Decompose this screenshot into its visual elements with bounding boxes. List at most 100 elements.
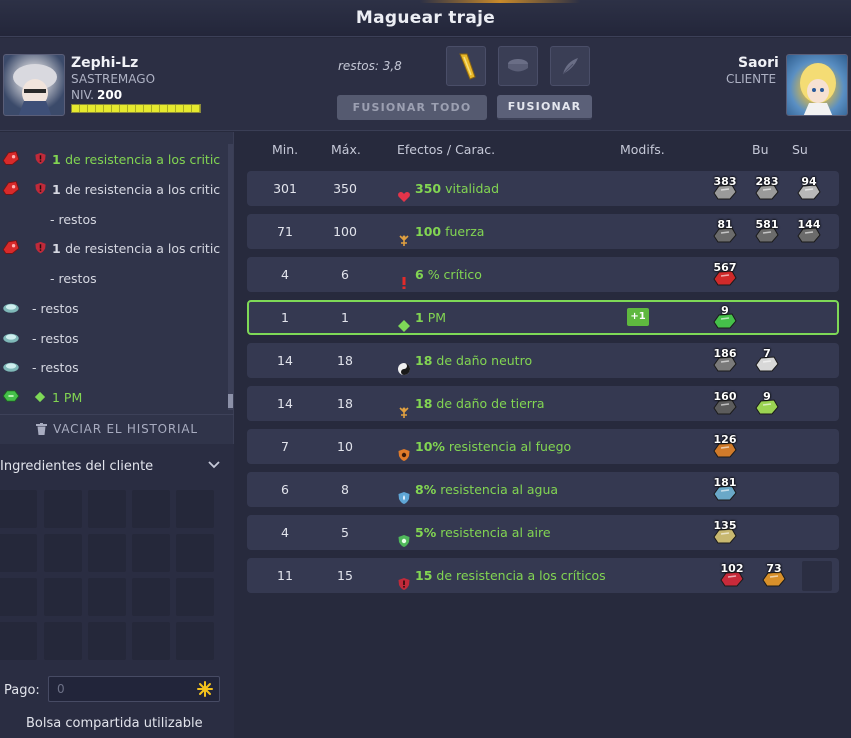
rune-stack[interactable]: 283 bbox=[752, 175, 782, 203]
effect-row[interactable]: 14 18 18 de daño neutro 186 7 bbox=[247, 343, 839, 378]
rune-stack[interactable]: 383 bbox=[710, 175, 740, 203]
fuse-all-button[interactable]: FUSIONAR TODO bbox=[337, 95, 487, 120]
effect-row[interactable]: 301 350 350 vitalidad 383 283 94 bbox=[247, 171, 839, 206]
effect-max: 350 bbox=[333, 181, 357, 196]
rune-stack[interactable]: 102 bbox=[717, 562, 747, 590]
payment-input[interactable]: 0 bbox=[48, 676, 220, 702]
effect-row[interactable]: 6 8 8% resistencia al agua 181 bbox=[247, 472, 839, 507]
clear-history-button[interactable]: VACIAR EL HISTORIAL bbox=[0, 414, 234, 442]
effect-min: 1 bbox=[281, 310, 289, 325]
rune-count: 581 bbox=[755, 218, 779, 231]
red-rune-icon bbox=[2, 151, 20, 165]
history-item-label: de resistencia a los critic bbox=[65, 241, 221, 256]
client-name: Saori bbox=[738, 55, 779, 71]
effect-value: 5% bbox=[415, 525, 437, 540]
ingredient-slot[interactable] bbox=[176, 490, 214, 528]
ingredient-slot[interactable] bbox=[132, 490, 170, 528]
history-list[interactable]: 1 de resistencia a los critic 1 de resist… bbox=[0, 142, 228, 414]
rune-stack[interactable]: 135 bbox=[710, 519, 740, 547]
ingredient-slot[interactable] bbox=[88, 490, 126, 528]
ingredient-slot[interactable] bbox=[176, 622, 214, 660]
ingredient-slot[interactable] bbox=[88, 534, 126, 572]
effect-description: 350 vitalidad bbox=[397, 171, 499, 206]
critical-icon bbox=[397, 268, 411, 289]
rune-stack[interactable]: 567 bbox=[710, 261, 740, 289]
effect-row[interactable]: 11 15 15 de resistencia a los críticos 102 73 bbox=[247, 558, 839, 593]
history-scroll-thumb[interactable] bbox=[228, 394, 233, 408]
pm-icon bbox=[34, 391, 46, 403]
ingredient-slot[interactable] bbox=[88, 578, 126, 616]
rune-stack[interactable]: 160 bbox=[710, 390, 740, 418]
ingredient-slot[interactable] bbox=[0, 578, 37, 616]
ingredient-slot[interactable] bbox=[44, 534, 82, 572]
history-item-text: - restos bbox=[32, 331, 79, 346]
client-avatar[interactable] bbox=[786, 54, 848, 116]
ingredient-slot[interactable] bbox=[44, 622, 82, 660]
rune-stack[interactable]: 7 bbox=[752, 347, 782, 375]
ingredient-slot[interactable] bbox=[176, 534, 214, 572]
history-scrollbar[interactable] bbox=[228, 144, 233, 410]
teal-rune-icon bbox=[3, 303, 19, 313]
rune-stack[interactable]: 9 bbox=[710, 304, 740, 332]
title-bar: Maguear traje bbox=[0, 0, 851, 37]
rune-count: 102 bbox=[720, 562, 744, 575]
shared-bag-label: Bolsa compartida utilizable bbox=[26, 716, 203, 731]
empty-rune-slot[interactable] bbox=[802, 561, 832, 591]
effect-min: 14 bbox=[277, 353, 293, 368]
air-shield-icon bbox=[398, 534, 410, 547]
rune-stack[interactable]: 581 bbox=[752, 218, 782, 246]
rune-stack[interactable]: 126 bbox=[710, 433, 740, 461]
effect-row[interactable]: 1 1 1 PM +1 9 bbox=[247, 300, 839, 335]
ingredient-slot[interactable] bbox=[132, 578, 170, 616]
xp-bar bbox=[71, 104, 201, 113]
fire-shield-icon bbox=[398, 448, 410, 461]
crafter-avatar[interactable] bbox=[3, 54, 65, 116]
ingredient-slot[interactable] bbox=[0, 490, 37, 528]
effect-max: 1 bbox=[341, 310, 349, 325]
ingredients-title[interactable]: Ingredientes del cliente bbox=[0, 459, 153, 474]
effect-row[interactable]: 14 18 18 de daño de tierra 160 9 bbox=[247, 386, 839, 421]
ingredient-slot[interactable] bbox=[88, 622, 126, 660]
effect-min: 4 bbox=[281, 267, 289, 282]
rune-stack[interactable]: 186 bbox=[710, 347, 740, 375]
green-rune-icon bbox=[0, 387, 22, 405]
ingredient-slot[interactable] bbox=[0, 534, 37, 572]
item-slot[interactable] bbox=[446, 46, 486, 86]
rune-stack[interactable]: 144 bbox=[794, 218, 824, 246]
rune-stack[interactable]: 73 bbox=[759, 562, 789, 590]
ingredient-slot[interactable] bbox=[132, 534, 170, 572]
effect-description: 6% crítico bbox=[397, 257, 482, 292]
teal-rune-icon bbox=[0, 357, 22, 375]
earth-icon bbox=[399, 406, 409, 418]
chevron-down-icon[interactable] bbox=[208, 460, 220, 470]
effect-max: 18 bbox=[337, 353, 353, 368]
effect-row[interactable]: 4 6 6% crítico 567 bbox=[247, 257, 839, 292]
effect-name: fuerza bbox=[445, 224, 485, 239]
potion-slot[interactable] bbox=[550, 46, 590, 86]
effect-max: 18 bbox=[337, 396, 353, 411]
effect-max: 5 bbox=[341, 525, 349, 540]
ingredient-slot[interactable] bbox=[0, 622, 37, 660]
rune-count: 94 bbox=[801, 175, 817, 188]
ingredient-slot[interactable] bbox=[44, 578, 82, 616]
rune-stack[interactable]: 9 bbox=[752, 390, 782, 418]
rune-stack[interactable]: 181 bbox=[710, 476, 740, 504]
effect-description: 100 fuerza bbox=[397, 214, 484, 249]
rune-slot[interactable] bbox=[498, 46, 538, 86]
history-item-amount: 1 bbox=[52, 182, 66, 197]
effect-description: 15 de resistencia a los críticos bbox=[397, 558, 606, 593]
ingredient-slot[interactable] bbox=[176, 578, 214, 616]
effect-row[interactable]: 4 5 5% resistencia al aire 135 bbox=[247, 515, 839, 550]
effect-row[interactable]: 7 10 10% resistencia al fuego 126 bbox=[247, 429, 839, 464]
effect-row[interactable]: 71 100 100 fuerza 81 581 144 bbox=[247, 214, 839, 249]
ingredient-slot[interactable] bbox=[44, 490, 82, 528]
rune-stack[interactable]: 81 bbox=[710, 218, 740, 246]
fuse-button[interactable]: FUSIONAR bbox=[497, 95, 592, 120]
rune-stack[interactable]: 94 bbox=[794, 175, 824, 203]
history-item-label: 1 PM bbox=[52, 390, 83, 405]
ingredient-slot[interactable] bbox=[132, 622, 170, 660]
history-panel: 1 de resistencia a los critic 1 de resist… bbox=[0, 132, 234, 444]
rune-count: 383 bbox=[713, 175, 737, 188]
critical-shield-icon bbox=[397, 569, 411, 590]
history-item-label: - restos bbox=[50, 212, 97, 227]
